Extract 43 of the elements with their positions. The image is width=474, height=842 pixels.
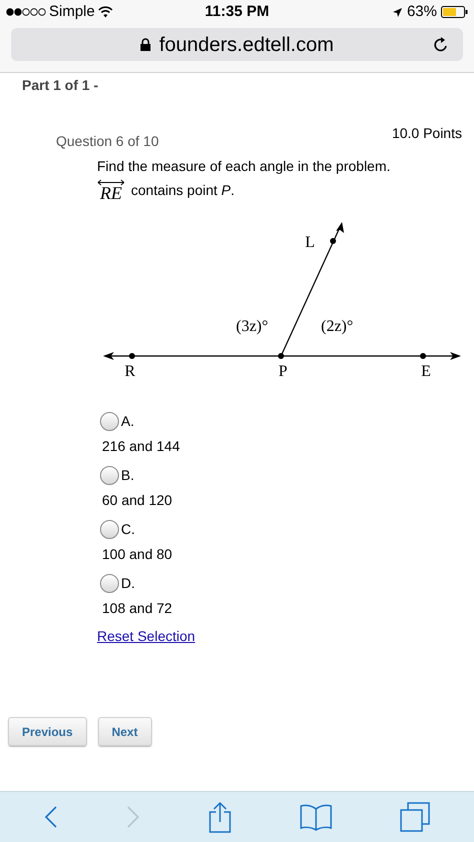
url-text: founders.edtell.com: [159, 32, 334, 58]
address-bar[interactable]: founders.edtell.com: [11, 28, 463, 61]
bookmarks-icon[interactable]: [300, 803, 332, 831]
point-label: R: [124, 363, 136, 380]
back-icon[interactable]: [44, 805, 58, 829]
carrier-name: Simple: [49, 2, 95, 22]
lock-icon: [140, 38, 152, 51]
battery-percentage: 63%: [406, 2, 437, 22]
tabs-icon[interactable]: [400, 802, 430, 832]
double-arrow-icon: [97, 179, 125, 186]
option-answer: 108 and 72: [102, 599, 174, 618]
clock-time: 11:35 PM: [204, 2, 270, 22]
wifi-icon: [98, 6, 113, 18]
points-value: 10.0 Points: [392, 124, 462, 143]
radio-button[interactable]: [100, 574, 119, 593]
reload-icon[interactable]: [433, 36, 449, 53]
next-button[interactable]: Next: [98, 717, 152, 746]
line-name: RE: [100, 186, 122, 201]
option-letter: A.: [121, 412, 134, 431]
point-label: L: [305, 234, 315, 251]
share-icon[interactable]: [208, 801, 232, 833]
reset-selection-link[interactable]: Reset Selection: [97, 626, 196, 647]
radio-button[interactable]: [100, 412, 119, 431]
angle-label: (3z)°: [236, 318, 268, 335]
option-answer: 216 and 144: [102, 437, 181, 456]
option-answer: 60 and 120: [102, 491, 174, 510]
location-arrow-icon: [392, 6, 403, 18]
statement-text: contains point P.: [131, 181, 235, 200]
angle-label: (2z)°: [321, 318, 354, 335]
part-heading: Part 1 of 1 -: [22, 77, 98, 93]
option-answer: 100 and 80: [102, 545, 174, 564]
option-letter: B.: [121, 466, 134, 485]
battery-icon: [441, 6, 468, 18]
question-prompt: Find the measure of each angle in the problem.: [96, 157, 392, 176]
point-label: E: [421, 363, 431, 380]
point-label: P: [278, 363, 288, 380]
option-letter: C.: [121, 520, 135, 539]
signal-strength-icon: [6, 8, 46, 16]
radio-button[interactable]: [100, 466, 119, 485]
option-letter: D.: [121, 574, 135, 593]
previous-button[interactable]: Previous: [8, 717, 87, 746]
question-number: Question 6 of 10: [56, 132, 159, 151]
radio-button[interactable]: [100, 520, 119, 539]
